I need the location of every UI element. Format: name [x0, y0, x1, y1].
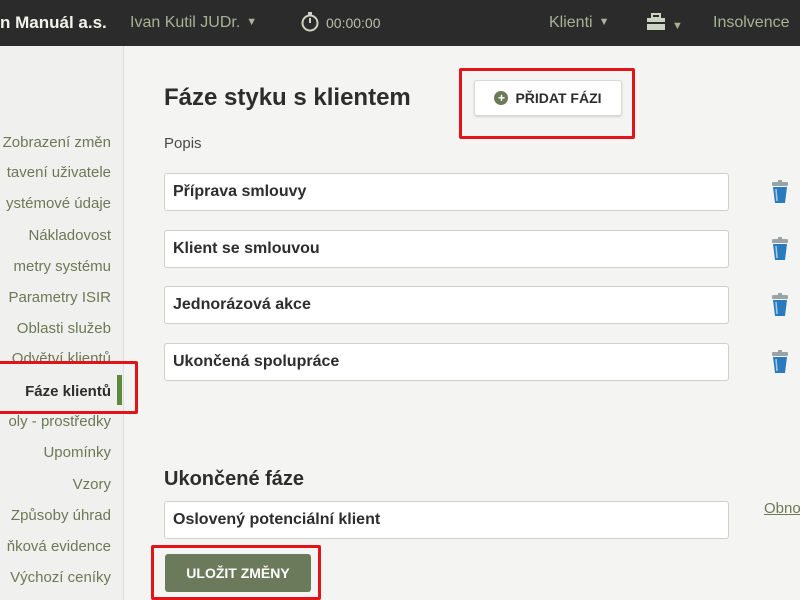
description-column-label: Popis — [164, 135, 202, 152]
clients-label: Klienti — [549, 14, 593, 31]
phase-input[interactable] — [164, 286, 729, 324]
chevron-down-icon: ▼ — [672, 20, 683, 32]
phase-input[interactable] — [164, 173, 729, 211]
trash-icon[interactable] — [770, 180, 790, 204]
toolbox-menu[interactable]: ▼ — [646, 13, 683, 36]
stopwatch-icon — [301, 12, 319, 32]
sidebar-item-evidence[interactable]: ňková evidence — [7, 538, 111, 555]
sidebar-item-nakladovost[interactable]: Nákladovost — [28, 227, 111, 244]
settings-sidebar: Zobrazení změn tavení uživatele ystémové… — [0, 46, 124, 600]
timer[interactable]: 00:00:00 — [300, 12, 381, 32]
trash-icon[interactable] — [770, 237, 790, 261]
timer-value: 00:00:00 — [326, 15, 381, 31]
trash-icon[interactable] — [770, 350, 790, 374]
sidebar-item-upominky[interactable]: Upomínky — [43, 444, 111, 461]
active-item-indicator — [117, 375, 122, 405]
trash-icon[interactable] — [770, 293, 790, 317]
phase-input[interactable] — [164, 230, 729, 268]
toolbox-icon — [647, 13, 665, 30]
sidebar-item-oblasti-sluzeb[interactable]: Oblasti služeb — [17, 320, 111, 337]
user-menu[interactable]: Ivan Kutil JUDr. ▼ — [130, 14, 257, 32]
sidebar-item-parametry-systemu[interactable]: metry systému — [13, 258, 111, 275]
ended-phases-title: Ukončené fáze — [164, 468, 305, 490]
chevron-down-icon: ▼ — [598, 16, 610, 28]
clients-menu[interactable]: Klienti ▼ — [549, 14, 609, 32]
sidebar-item-nastaveni-uzivatele[interactable]: tavení uživatele — [7, 164, 111, 181]
sidebar-item-parametry-isir[interactable]: Parametry ISIR — [8, 289, 111, 306]
sidebar-item-vzory[interactable]: Vzory — [73, 476, 111, 493]
ended-phase-input[interactable] — [164, 501, 729, 539]
user-name: Ivan Kutil JUDr. — [130, 14, 241, 31]
sidebar-item-faze-klientu[interactable]: Fáze klientů — [25, 383, 111, 400]
sidebar-item-odvetvi-klientu[interactable]: Odvětví klientů — [12, 350, 111, 367]
sidebar-item-zpusoby-uhrad[interactable]: Způsoby úhrad — [11, 507, 111, 524]
add-phase-label: PŘIDAT FÁZI — [515, 90, 602, 106]
plus-circle-icon: + — [494, 91, 509, 105]
add-phase-button[interactable]: + PŘIDAT FÁZI — [474, 80, 622, 116]
chevron-down-icon: ▼ — [246, 16, 258, 28]
sidebar-item-systemove-udaje[interactable]: ystémové údaje — [6, 195, 111, 212]
sidebar-item-vychozi-ceniky[interactable]: Výchozí ceníky — [10, 569, 111, 586]
page-title: Fáze styku s klientem — [164, 84, 411, 111]
restore-link[interactable]: Obno — [764, 500, 800, 517]
phase-input[interactable] — [164, 343, 729, 381]
top-navigation-bar: n Manuál a.s. Ivan Kutil JUDr. ▼ 00:00:00… — [0, 0, 800, 46]
sidebar-item-zobrazeni-zmen[interactable]: Zobrazení změn — [3, 134, 111, 151]
sidebar-item-prostredky[interactable]: oly - prostředky — [8, 413, 111, 430]
save-changes-button[interactable]: ULOŽIT ZMĚNY — [165, 554, 311, 592]
insolvence-menu[interactable]: Insolvence — [713, 14, 790, 32]
company-name[interactable]: n Manuál a.s. — [0, 13, 107, 33]
